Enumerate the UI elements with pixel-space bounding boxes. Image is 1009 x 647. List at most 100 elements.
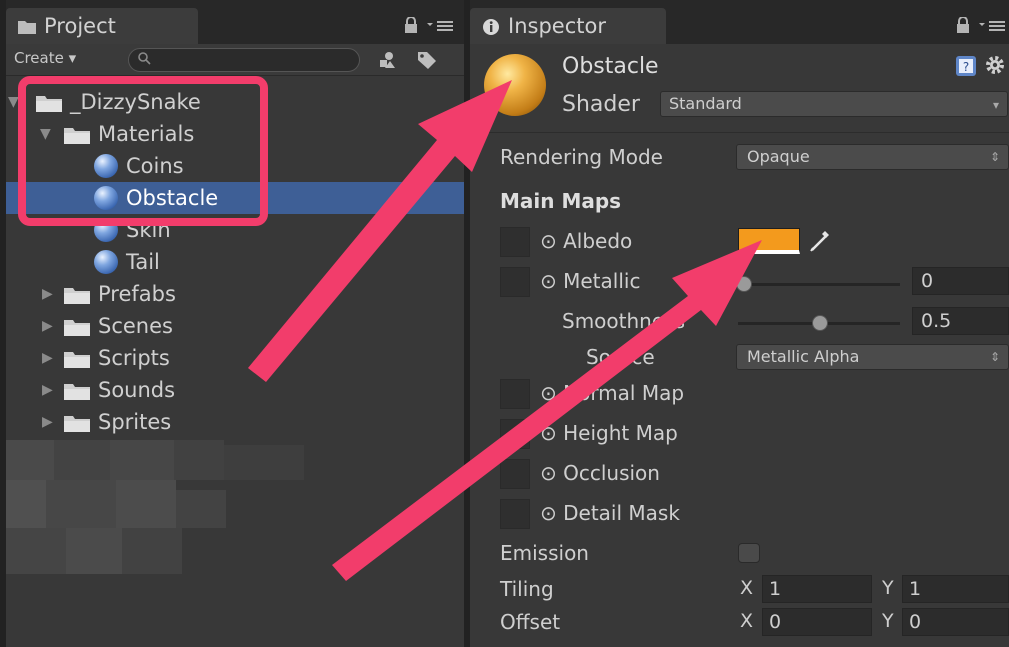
shader-label: Shader [562, 92, 640, 117]
height-map-label: ⊙ Height Map [540, 421, 678, 445]
rendering-mode-label: Rendering Mode [500, 145, 663, 169]
pixel-block [122, 528, 182, 574]
pixel-block [6, 480, 46, 528]
height-map-texture-slot[interactable] [500, 419, 530, 449]
albedo-color-swatch[interactable] [738, 228, 800, 254]
pixel-block [6, 440, 54, 480]
material-sphere-icon [94, 250, 118, 274]
lock-icon[interactable] [956, 15, 970, 33]
tree-item-tail[interactable]: Tail [6, 246, 464, 278]
pixel-block [110, 440, 174, 480]
chevron-down-icon: ▾ [992, 98, 999, 112]
foldout-collapsed-icon[interactable]: ▶ [42, 374, 53, 406]
menu-icon[interactable] [427, 18, 454, 32]
inspector-tab-actions [956, 14, 1006, 33]
tab-project[interactable]: Project [6, 8, 198, 44]
detail-mask-label: ⊙ Detail Mask [540, 501, 680, 525]
foldout-expanded-icon[interactable]: ▼ [40, 118, 51, 150]
smoothness-value-field[interactable]: 0.5 [912, 307, 1009, 335]
source-label: Source [586, 345, 655, 369]
pixel-block [224, 445, 304, 480]
material-name: Obstacle [562, 54, 659, 79]
tree-item-sprites[interactable]: ▶ Sprites [6, 406, 464, 438]
metallic-texture-slot[interactable] [500, 267, 530, 297]
tree-item-label: Materials [98, 122, 195, 146]
pixel-block [176, 490, 226, 528]
tree-item-skin[interactable]: Skin [6, 214, 464, 246]
tree-item-scripts[interactable]: ▶ Scripts [6, 342, 464, 374]
pixel-block [116, 480, 176, 528]
folder-icon [64, 416, 90, 432]
foldout-expanded-icon[interactable]: ▼ [8, 86, 19, 118]
tree-item-materials[interactable]: ▼ Materials [6, 118, 464, 150]
metallic-slider-track[interactable] [738, 283, 900, 286]
project-toolbar: Create ▾ [6, 44, 464, 76]
tree-item-obstacle[interactable]: Obstacle [6, 182, 464, 214]
lock-icon[interactable] [404, 15, 418, 33]
foldout-collapsed-icon[interactable]: ▶ [42, 342, 53, 374]
occlusion-label: ⊙ Occlusion [540, 461, 660, 485]
metallic-slider-thumb[interactable] [736, 276, 752, 292]
tree-item-dizzysnake[interactable]: ▼ _DizzySnake [6, 86, 464, 118]
smoothness-label: Smoothness [562, 309, 685, 333]
tree-item-label: Sprites [98, 410, 172, 434]
tree-item-prefabs[interactable]: ▶ Prefabs [6, 278, 464, 310]
tab-inspector-label: Inspector [508, 14, 606, 38]
offset-x-axis-label: X [740, 610, 754, 632]
main-maps-header: Main Maps [500, 189, 622, 213]
occlusion-texture-slot[interactable] [500, 459, 530, 489]
tree-item-scenes[interactable]: ▶ Scenes [6, 310, 464, 342]
svg-text:?: ? [963, 60, 969, 74]
foldout-collapsed-icon[interactable]: ▶ [42, 310, 53, 342]
tree-item-label: Sounds [98, 378, 176, 402]
updown-arrows-icon: ⇕ [989, 150, 1000, 164]
offset-y-field[interactable]: 0 [902, 608, 1009, 636]
foldout-collapsed-icon[interactable]: ▶ [42, 406, 53, 438]
rendering-mode-dropdown[interactable]: Opaque ⇕ [736, 144, 1009, 170]
offset-x-field[interactable]: 0 [762, 608, 872, 636]
tree-item-label: Coins [126, 154, 184, 178]
folder-icon [64, 128, 90, 144]
folder-icon [18, 21, 36, 34]
tiling-x-axis-label: X [740, 577, 754, 599]
detail-mask-texture-slot[interactable] [500, 499, 530, 529]
filter-by-type-icon[interactable] [376, 50, 398, 70]
rendering-mode-value: Opaque [747, 147, 810, 166]
folder-icon [64, 288, 90, 304]
foldout-collapsed-icon[interactable]: ▶ [42, 278, 53, 310]
folder-icon [64, 384, 90, 400]
emission-checkbox[interactable] [738, 543, 760, 563]
pixel-block [46, 480, 116, 528]
menu-icon[interactable] [979, 18, 1006, 32]
inspector-panel: Inspector Obstacle Shader Standard ▾ ? R… [470, 0, 1009, 647]
search-input[interactable] [128, 48, 360, 72]
metallic-label: ⊙ Metallic [540, 269, 641, 293]
material-preview-sphere [484, 54, 546, 116]
label-icon[interactable] [416, 50, 438, 70]
tree-item-label: _DizzySnake [70, 90, 201, 114]
tree-item-coins[interactable]: Coins [6, 150, 464, 182]
help-icon[interactable]: ? [956, 56, 976, 76]
tree-item-label: Scenes [98, 314, 173, 338]
updown-arrows-icon: ⇕ [989, 350, 1000, 364]
metallic-value-field[interactable]: 0 [912, 267, 1009, 295]
project-tab-actions [404, 14, 454, 33]
emission-label: Emission [500, 541, 589, 565]
material-sphere-icon [94, 186, 118, 210]
albedo-texture-slot[interactable] [500, 227, 530, 257]
search-icon [138, 52, 151, 65]
shader-dropdown[interactable]: Standard ▾ [660, 91, 1008, 117]
tab-inspector[interactable]: Inspector [470, 8, 666, 44]
source-dropdown[interactable]: Metallic Alpha ⇕ [736, 344, 1009, 370]
tiling-x-field[interactable]: 1 [762, 575, 872, 603]
gear-icon[interactable] [984, 54, 1006, 76]
offset-y-axis-label: Y [882, 610, 894, 632]
smoothness-slider-thumb[interactable] [812, 315, 828, 331]
eyedropper-icon[interactable] [808, 226, 834, 254]
normal-map-label: ⊙ Normal Map [540, 381, 685, 405]
tiling-y-field[interactable]: 1 [902, 575, 1009, 603]
tree-item-sounds[interactable]: ▶ Sounds [6, 374, 464, 406]
tiling-label: Tiling [500, 577, 554, 601]
create-button[interactable]: Create ▾ [14, 49, 76, 67]
normal-map-texture-slot[interactable] [500, 379, 530, 409]
